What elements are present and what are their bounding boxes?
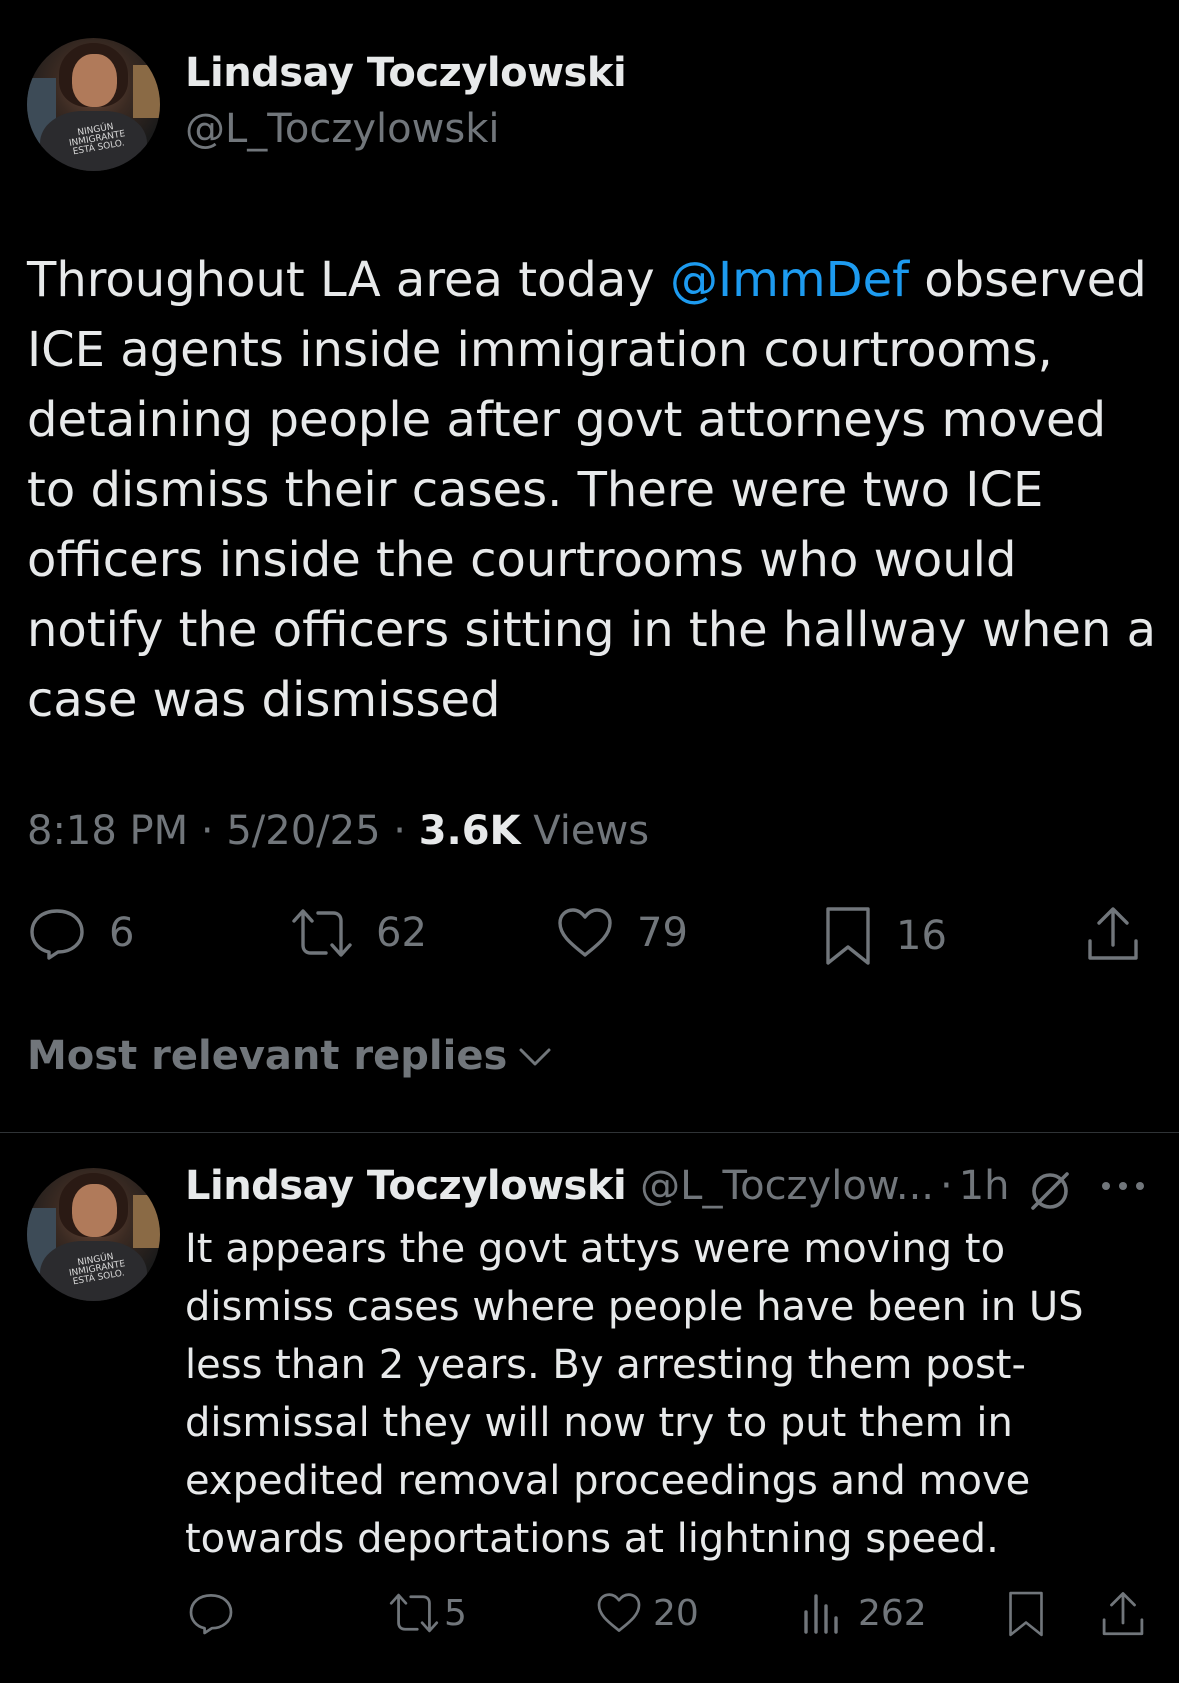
reply-header: Lindsay Toczylowski @L_Toczylow... · 1h bbox=[185, 1163, 1010, 1209]
tweet-text: Throughout LA area today @ImmDef observe… bbox=[27, 245, 1157, 735]
views-count[interactable]: 3.6K bbox=[419, 808, 521, 854]
reply-share-button[interactable] bbox=[1100, 1590, 1146, 1638]
bookmark-button[interactable]: 16 bbox=[822, 905, 947, 967]
meta-separator: · bbox=[200, 808, 214, 854]
reply-icon bbox=[30, 909, 84, 960]
avatar-background bbox=[133, 64, 160, 118]
meta-separator: · bbox=[393, 808, 406, 854]
author-handle[interactable]: @L_Toczylowski bbox=[185, 106, 499, 152]
avatar-face bbox=[72, 53, 118, 108]
tweet-detail-page: NINGÚN INMIGRANTE ESTÁ SOLO. Lindsay Toc… bbox=[0, 0, 1179, 1683]
reply-button[interactable]: 6 bbox=[27, 905, 134, 961]
reply-views-count: 262 bbox=[858, 1592, 927, 1634]
reply-author-name[interactable]: Lindsay Toczylowski bbox=[185, 1163, 627, 1209]
views-label: Views bbox=[533, 808, 650, 854]
bookmark-icon bbox=[826, 907, 870, 965]
reply-text: It appears the govt attys were moving to… bbox=[185, 1226, 1084, 1562]
reply-time[interactable]: 1h bbox=[959, 1163, 1010, 1209]
reply-like-button[interactable]: 20 bbox=[595, 1590, 699, 1636]
meta-separator: · bbox=[940, 1163, 953, 1209]
reply-icon bbox=[189, 1594, 233, 1635]
reply-repost-count: 5 bbox=[444, 1592, 467, 1634]
reply-repost-button[interactable]: 5 bbox=[388, 1590, 467, 1636]
reply-count: 6 bbox=[109, 910, 135, 956]
repost-icon bbox=[292, 909, 352, 957]
reply-author-handle[interactable]: @L_Toczylow... bbox=[640, 1163, 934, 1209]
reply-views-button[interactable]: 262 bbox=[800, 1590, 927, 1636]
avatar-face bbox=[72, 1183, 118, 1238]
section-divider bbox=[0, 1132, 1179, 1133]
reply-like-count: 20 bbox=[653, 1592, 699, 1634]
replies-sort-label: Most relevant replies bbox=[27, 1033, 508, 1079]
reply-reply-button[interactable] bbox=[187, 1590, 235, 1636]
tweet-date[interactable]: 5/20/25 bbox=[226, 808, 380, 854]
analytics-icon bbox=[804, 1594, 838, 1634]
replies-sort-dropdown[interactable]: Most relevant replies bbox=[27, 1033, 555, 1079]
more-button[interactable] bbox=[1100, 1178, 1146, 1197]
more-icon bbox=[1102, 1182, 1144, 1190]
like-count: 79 bbox=[637, 910, 688, 956]
bookmark-icon bbox=[1009, 1591, 1043, 1637]
bookmark-count: 16 bbox=[896, 913, 947, 959]
reply-author-avatar[interactable]: NINGÚN INMIGRANTE ESTÁ SOLO. bbox=[27, 1168, 160, 1301]
repost-count: 62 bbox=[376, 910, 427, 956]
share-icon bbox=[1088, 907, 1138, 960]
author-name[interactable]: Lindsay Toczylowski bbox=[185, 50, 627, 96]
mention-link[interactable]: @ImmDef bbox=[670, 252, 909, 308]
share-button[interactable] bbox=[1085, 905, 1141, 963]
tweet-time[interactable]: 8:18 PM bbox=[27, 808, 188, 854]
author-avatar[interactable]: NINGÚN INMIGRANTE ESTÁ SOLO. bbox=[27, 38, 160, 171]
share-icon bbox=[1102, 1592, 1144, 1636]
heart-icon bbox=[597, 1593, 641, 1632]
grok-icon bbox=[1031, 1172, 1069, 1210]
reply-bookmark-button[interactable] bbox=[1005, 1590, 1047, 1638]
chevron-down-icon bbox=[519, 1048, 551, 1066]
tweet-meta: 8:18 PM · 5/20/25 · 3.6K Views bbox=[27, 808, 649, 854]
repost-button[interactable]: 62 bbox=[290, 905, 427, 961]
avatar-background bbox=[133, 1194, 160, 1248]
grok-button[interactable] bbox=[1027, 1168, 1073, 1218]
tweet-text-part: observed ICE agents inside immigration c… bbox=[27, 252, 1157, 728]
repost-icon bbox=[389, 1593, 439, 1633]
heart-icon bbox=[558, 908, 612, 957]
like-button[interactable]: 79 bbox=[555, 905, 688, 961]
tweet-text-part: Throughout LA area today bbox=[27, 252, 670, 308]
